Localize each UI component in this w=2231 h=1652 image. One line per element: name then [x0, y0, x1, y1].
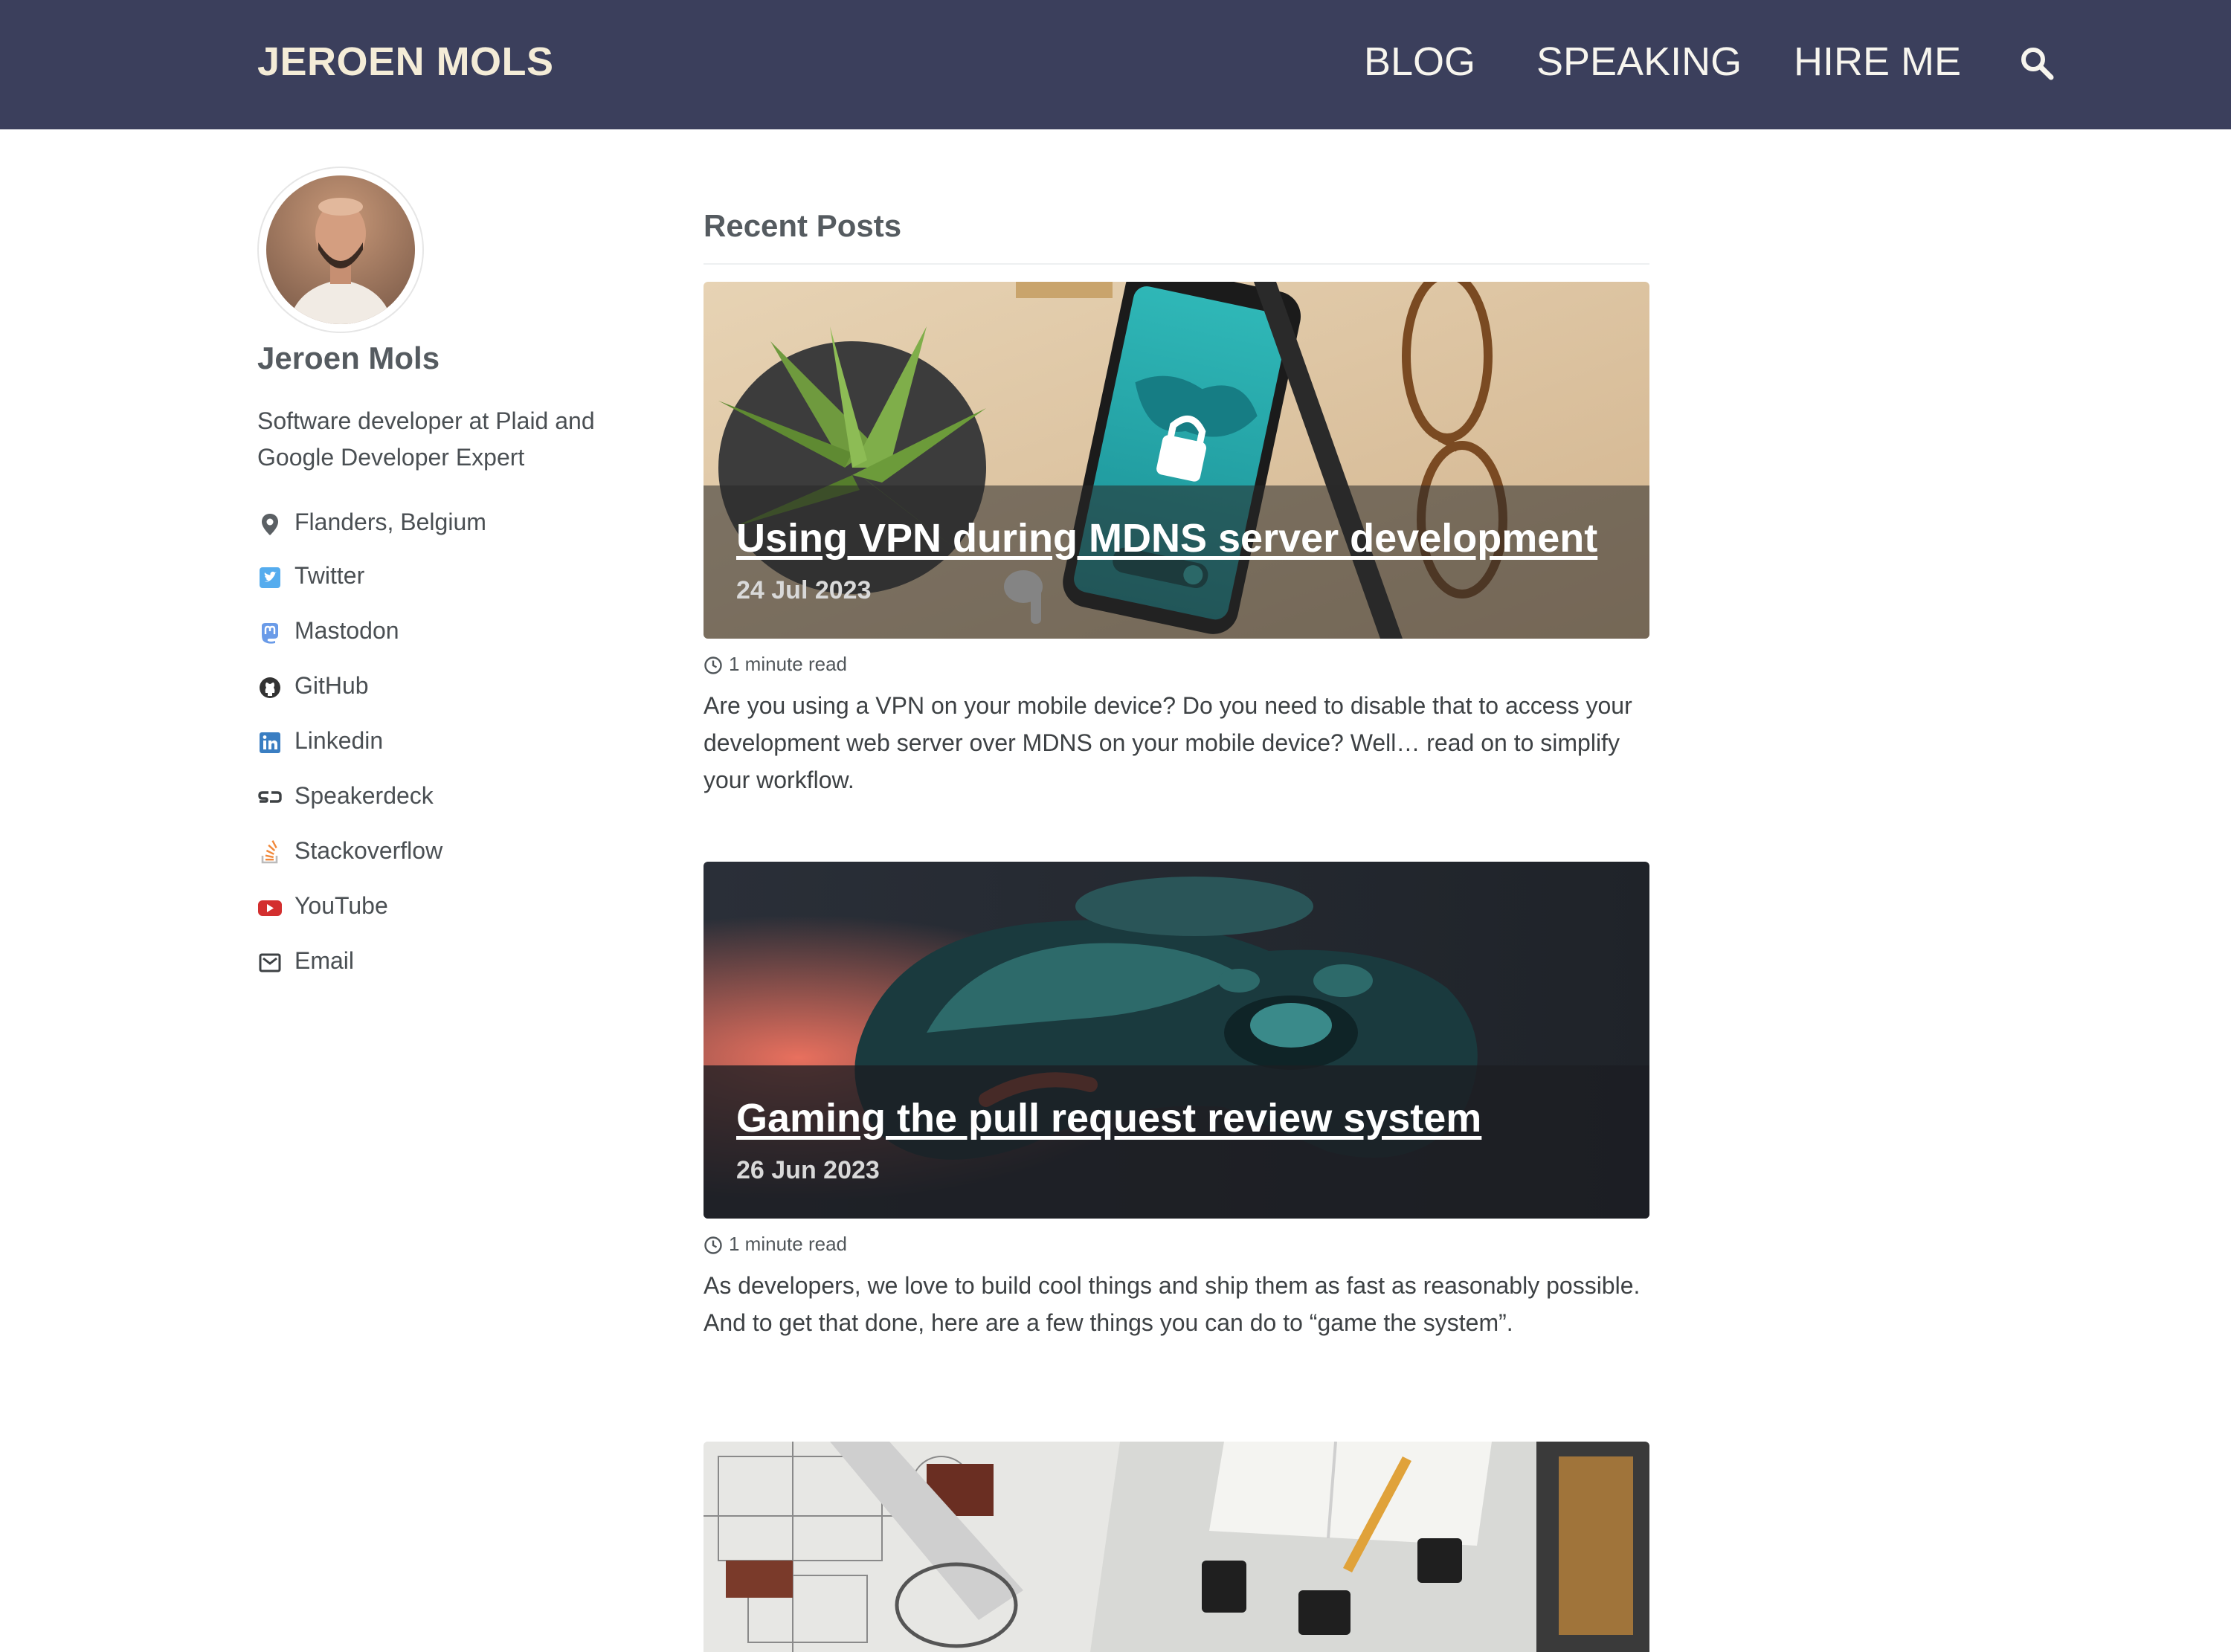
post-teaser-card[interactable]: Gaming the pull request review system 26… [704, 862, 1649, 1219]
link-twitter-label[interactable]: Twitter [294, 562, 364, 590]
twitter-icon [260, 567, 280, 588]
link-youtube[interactable]: YouTube [257, 889, 629, 926]
post-date: 24 Jul 2023 [736, 576, 872, 604]
nav-hire-me[interactable]: HIRE ME [1794, 39, 1961, 85]
link-speakerdeck[interactable]: Speakerdeck [257, 779, 629, 816]
post-overlay: Using VPN during MDNS server development… [704, 485, 1649, 639]
clock-icon [704, 656, 722, 674]
link-github-label[interactable]: GitHub [294, 672, 369, 700]
post-title-link[interactable]: Using VPN during MDNS server development [736, 515, 1597, 561]
envelope-icon [259, 953, 281, 972]
link-linkedin-label[interactable]: Linkedin [294, 727, 383, 755]
post-date: 26 Jun 2023 [736, 1156, 880, 1184]
linkedin-icon [260, 732, 280, 753]
link-email[interactable]: Email [257, 944, 629, 981]
link-mastodon[interactable]: Mastodon [257, 614, 629, 651]
youtube-icon [258, 900, 282, 916]
link-location-label: Flanders, Belgium [294, 509, 486, 535]
link-github[interactable]: GitHub [257, 669, 629, 706]
stackoverflow-icon [261, 840, 278, 864]
post-teaser-card[interactable] [704, 1442, 1649, 1652]
link-mastodon-label[interactable]: Mastodon [294, 617, 399, 645]
map-marker-icon [262, 514, 278, 535]
clock-icon [704, 1236, 722, 1254]
site-title-link[interactable]: JEROEN MOLS [257, 39, 554, 85]
page-title: Recent Posts [704, 208, 902, 243]
mastodon-icon [262, 623, 278, 644]
nav-speaking[interactable]: SPEAKING [1536, 39, 1742, 85]
search-icon [2021, 48, 2054, 80]
search-button[interactable] [2018, 45, 2055, 82]
link-youtube-label[interactable]: YouTube [294, 892, 388, 920]
title-divider [704, 263, 1649, 265]
link-stackoverflow-label[interactable]: Stackoverflow [294, 837, 442, 865]
link-linkedin[interactable]: Linkedin [257, 724, 629, 761]
read-time-label: 1 minute read [729, 1233, 847, 1255]
link-location: Flanders, Belgium [257, 506, 629, 543]
masthead: JEROEN MOLS BLOG SPEAKING HIRE ME [0, 0, 2231, 129]
avatar-photo [266, 175, 415, 324]
link-twitter[interactable]: Twitter [257, 559, 629, 596]
github-icon [260, 677, 280, 698]
post-excerpt: Are you using a VPN on your mobile devic… [704, 692, 1632, 793]
post-teaser-image [704, 1442, 1649, 1652]
nav-blog[interactable]: BLOG [1364, 39, 1475, 85]
post-title-link[interactable]: Gaming the pull request review system [736, 1095, 1481, 1141]
link-speakerdeck-label[interactable]: Speakerdeck [294, 782, 434, 810]
speakerdeck-icon [258, 791, 282, 803]
author-name: Jeroen Mols [257, 341, 440, 375]
read-time-label: 1 minute read [729, 653, 847, 675]
post-teaser-card[interactable]: Using VPN during MDNS server development… [704, 282, 1649, 639]
link-stackoverflow[interactable]: Stackoverflow [257, 834, 629, 871]
post-excerpt: As developers, we love to build cool thi… [704, 1272, 1641, 1336]
author-bio: Software developer at Plaid and Google D… [257, 407, 595, 471]
avatar [257, 167, 424, 333]
post-overlay: Gaming the pull request review system 26… [704, 1065, 1649, 1219]
link-email-label[interactable]: Email [294, 947, 354, 975]
